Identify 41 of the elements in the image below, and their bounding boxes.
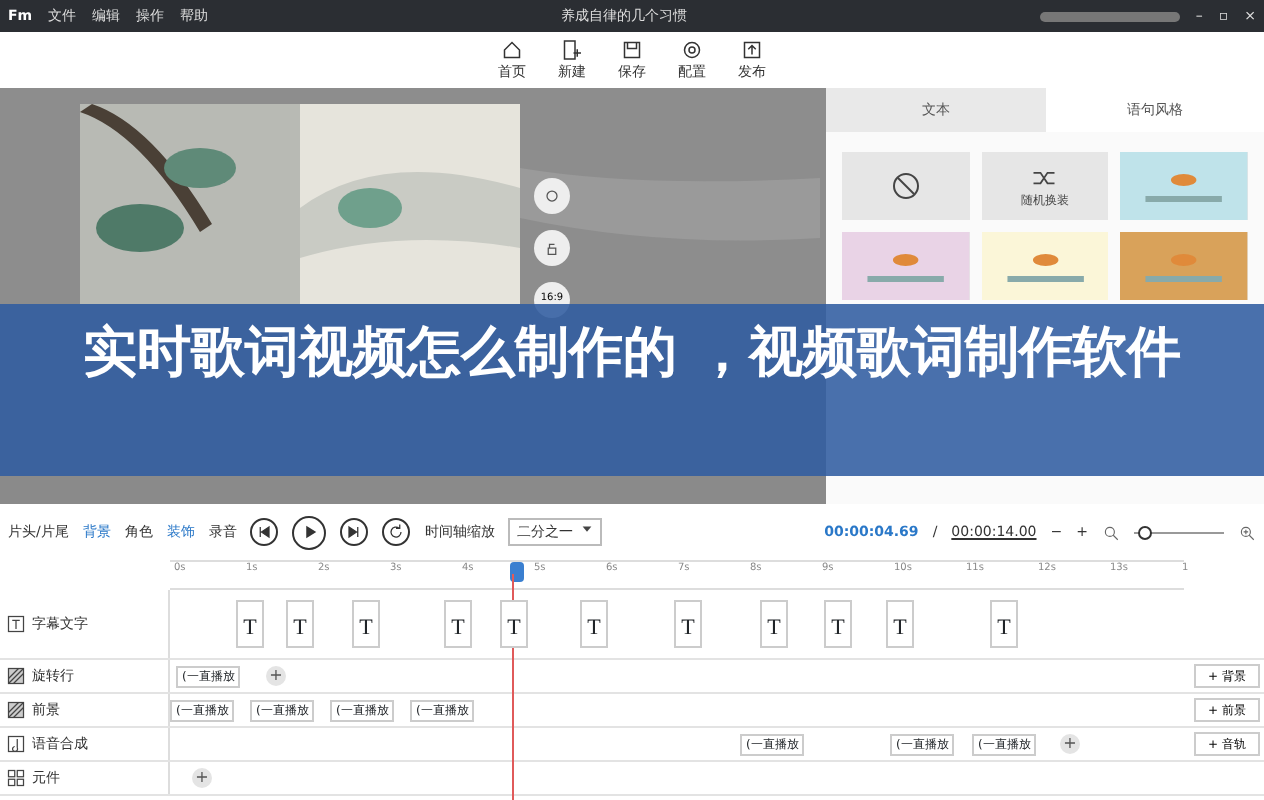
rotate-icon xyxy=(542,186,562,206)
zoom-in-icon xyxy=(1238,523,1256,541)
replay-icon xyxy=(386,522,407,542)
upload-icon xyxy=(740,37,764,62)
text-icon xyxy=(6,614,26,634)
text-clip[interactable]: T xyxy=(500,600,528,648)
playhead[interactable] xyxy=(509,562,524,582)
add-button[interactable]: + xyxy=(1060,734,1080,754)
no-entry-icon xyxy=(889,170,922,202)
play-button[interactable] xyxy=(292,515,327,549)
save-icon xyxy=(620,37,644,62)
account-blur xyxy=(1039,11,1180,21)
home-icon xyxy=(500,37,524,62)
text-clip[interactable]: T xyxy=(286,600,314,648)
text-clip[interactable]: T xyxy=(760,600,788,648)
grid-icon xyxy=(6,768,26,788)
style-tile[interactable] xyxy=(842,152,970,220)
text-clip[interactable]: T xyxy=(236,600,264,648)
banner-title: 实时歌词视频怎么制作的 ，视频歌词制作软件 xyxy=(82,322,1182,384)
zoom-out-icon xyxy=(1102,523,1120,541)
previous-icon xyxy=(254,522,275,542)
gear-icon xyxy=(680,37,704,62)
hatched-layer-icon xyxy=(6,700,26,720)
new-file-icon xyxy=(560,37,584,62)
caret-icon xyxy=(580,521,595,536)
add-button[interactable]: + xyxy=(266,666,286,686)
hatched-layer-icon xyxy=(6,666,26,686)
text-clip[interactable]: T xyxy=(352,600,380,648)
text-clip[interactable]: T xyxy=(824,600,852,648)
previous-button[interactable] xyxy=(250,518,279,546)
music-note-icon xyxy=(6,734,26,754)
text-clip[interactable]: T xyxy=(886,600,914,648)
text-clip[interactable]: T xyxy=(580,600,608,648)
next-button[interactable] xyxy=(340,518,369,546)
text-clip[interactable]: T xyxy=(674,600,702,648)
add-button[interactable]: + xyxy=(192,768,212,788)
text-clip[interactable]: T xyxy=(444,600,472,648)
replay-button[interactable] xyxy=(382,518,411,546)
lock-icon xyxy=(542,238,562,258)
text-clip[interactable]: T xyxy=(990,600,1018,648)
slider-thumb[interactable] xyxy=(1138,525,1153,539)
